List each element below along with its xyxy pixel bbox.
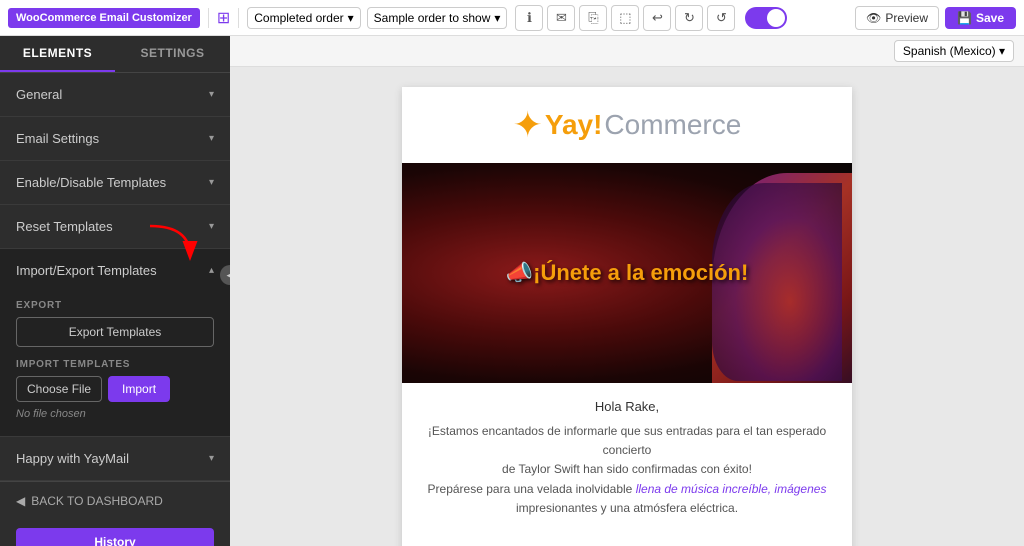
enable-disable-label: Enable/Disable Templates (16, 175, 166, 190)
tab-settings[interactable]: SETTINGS (115, 36, 230, 72)
canvas-scroll[interactable]: ✦ Yay! Commerce 📣¡Únete a la emoción! (230, 67, 1024, 546)
chevron-icon2: ▾ (209, 133, 214, 144)
back-label: BACK TO DASHBOARD (31, 494, 163, 508)
commerce-text: Commerce (604, 109, 741, 141)
toggle-thumb (767, 9, 785, 27)
language-selector[interactable]: Spanish (Mexico) ▾ (894, 40, 1014, 62)
undo-button[interactable]: ↩ (643, 5, 671, 31)
body-text-2: de Taylor Swift han sido confirmadas con… (502, 462, 752, 476)
email-preview: ✦ Yay! Commerce 📣¡Únete a la emoción! (402, 87, 852, 546)
chevron-down-icon2: ▾ (494, 11, 500, 25)
sidebar-item-email-settings[interactable]: Email Settings ▾ (0, 117, 230, 161)
sidebar-bottom: ◀ BACK TO DASHBOARD History (0, 481, 230, 546)
sidebar-tabs: ELEMENTS SETTINGS (0, 36, 230, 73)
divider (208, 8, 209, 28)
no-file-label: No file chosen (16, 408, 214, 420)
redo-button[interactable]: ↺ (707, 5, 735, 31)
frame-button[interactable]: ⬚ (611, 5, 639, 31)
email-logo-header: ✦ Yay! Commerce (402, 87, 852, 163)
import-export-label: Import/Export Templates (16, 263, 157, 278)
chevron-icon: ▾ (209, 89, 214, 100)
export-templates-button[interactable]: Export Templates (16, 317, 214, 347)
yay-logo: ✦ Yay! Commerce (422, 107, 832, 143)
body-highlight: llena de música increíble, imágenes (636, 482, 827, 496)
toggle-track[interactable] (745, 7, 787, 29)
sidebar-item-import-export: Import/Export Templates ▴ ◀ (0, 249, 230, 437)
info-button[interactable]: ℹ (515, 5, 543, 31)
email-hero-banner: 📣¡Únete a la emoción! (402, 163, 852, 383)
chevron-icon5: ▾ (209, 453, 214, 464)
chevron-icon3: ▾ (209, 177, 214, 188)
history-button[interactable]: History (16, 528, 214, 546)
happy-label: Happy with YayMail (16, 451, 129, 466)
email-button[interactable]: ✉ (547, 5, 575, 31)
save-icon: 💾 (957, 11, 972, 25)
import-row: Choose File Import (16, 376, 214, 402)
body-text-3: Prepárese para una velada inolvidable (428, 482, 633, 496)
grid-icon[interactable]: ⊞ (217, 8, 230, 28)
sidebar-item-reset-templates[interactable]: Reset Templates ▾ (0, 205, 230, 249)
import-export-body: EXPORT Export Templates IMPORT TEMPLATES… (0, 292, 230, 436)
chevron-icon4: ▾ (209, 221, 214, 232)
back-arrow-icon: ◀ (16, 494, 25, 508)
toggle-switch[interactable] (745, 7, 787, 29)
yay-text: Yay! (545, 109, 603, 141)
hero-heading: 📣¡Únete a la emoción! (486, 240, 769, 306)
topbar: WooCommerce Email Customizer ⊞ Completed… (0, 0, 1024, 36)
chevron-down-icon: ▾ (348, 11, 354, 25)
order-dropdown[interactable]: Completed order ▾ (247, 7, 360, 29)
brand-label: WooCommerce Email Customizer (8, 8, 200, 28)
body-text-4: impresionantes y una atmósfera eléctrica… (516, 501, 738, 515)
body-text-1: ¡Estamos encantados de informarle que su… (428, 424, 826, 457)
sidebar: ELEMENTS SETTINGS General ▾ Email Settin… (0, 36, 230, 546)
back-to-dashboard-button[interactable]: ◀ BACK TO DASHBOARD (0, 481, 230, 520)
canvas-area: Spanish (Mexico) ▾ ✦ Yay! Commerce 📣¡Úne (230, 36, 1024, 546)
main-layout: ELEMENTS SETTINGS General ▾ Email Settin… (0, 36, 1024, 546)
sidebar-item-enable-disable[interactable]: Enable/Disable Templates ▾ (0, 161, 230, 205)
divider2 (238, 8, 239, 28)
collapse-icon: ◀ (227, 270, 230, 281)
redo2-button[interactable]: ↻ (675, 5, 703, 31)
copy-button[interactable]: ⎘ (579, 5, 607, 31)
email-body-line1: ¡Estamos encantados de informarle que su… (426, 422, 828, 518)
email-greeting: Hola Rake, (426, 399, 828, 414)
reset-templates-label: Reset Templates (16, 219, 113, 234)
save-label: Save (976, 11, 1004, 25)
star-icon: ✦ (513, 107, 543, 143)
order-dropdown-label: Completed order (254, 11, 343, 25)
save-button[interactable]: 💾 Save (945, 7, 1016, 29)
canvas-toolbar: Spanish (Mexico) ▾ (230, 36, 1024, 67)
sample-dropdown-label: Sample order to show (374, 11, 491, 25)
import-export-header[interactable]: Import/Export Templates ▴ (0, 249, 230, 292)
lang-chevron-icon: ▾ (999, 44, 1005, 58)
email-body: Hola Rake, ¡Estamos encantados de inform… (402, 383, 852, 534)
sidebar-item-general[interactable]: General ▾ (0, 73, 230, 117)
import-button[interactable]: Import (108, 376, 170, 402)
preview-button[interactable]: 👁 Preview (855, 6, 939, 30)
sample-order-dropdown[interactable]: Sample order to show ▾ (367, 7, 508, 29)
lang-label: Spanish (Mexico) (903, 44, 996, 58)
general-label: General (16, 87, 62, 102)
tab-elements[interactable]: ELEMENTS (0, 36, 115, 72)
eye-icon: 👁 (866, 11, 881, 25)
toolbar: ℹ ✉ ⎘ ⬚ ↩ ↻ ↺ (515, 5, 735, 31)
preview-label: Preview (885, 11, 928, 25)
sidebar-item-happy-yaymial[interactable]: Happy with YayMail ▾ (0, 437, 230, 481)
email-settings-label: Email Settings (16, 131, 99, 146)
choose-file-button[interactable]: Choose File (16, 376, 102, 402)
chevron-up-icon: ▴ (209, 265, 214, 276)
import-section-label: IMPORT TEMPLATES (16, 359, 214, 370)
export-section-label: EXPORT (16, 300, 214, 311)
